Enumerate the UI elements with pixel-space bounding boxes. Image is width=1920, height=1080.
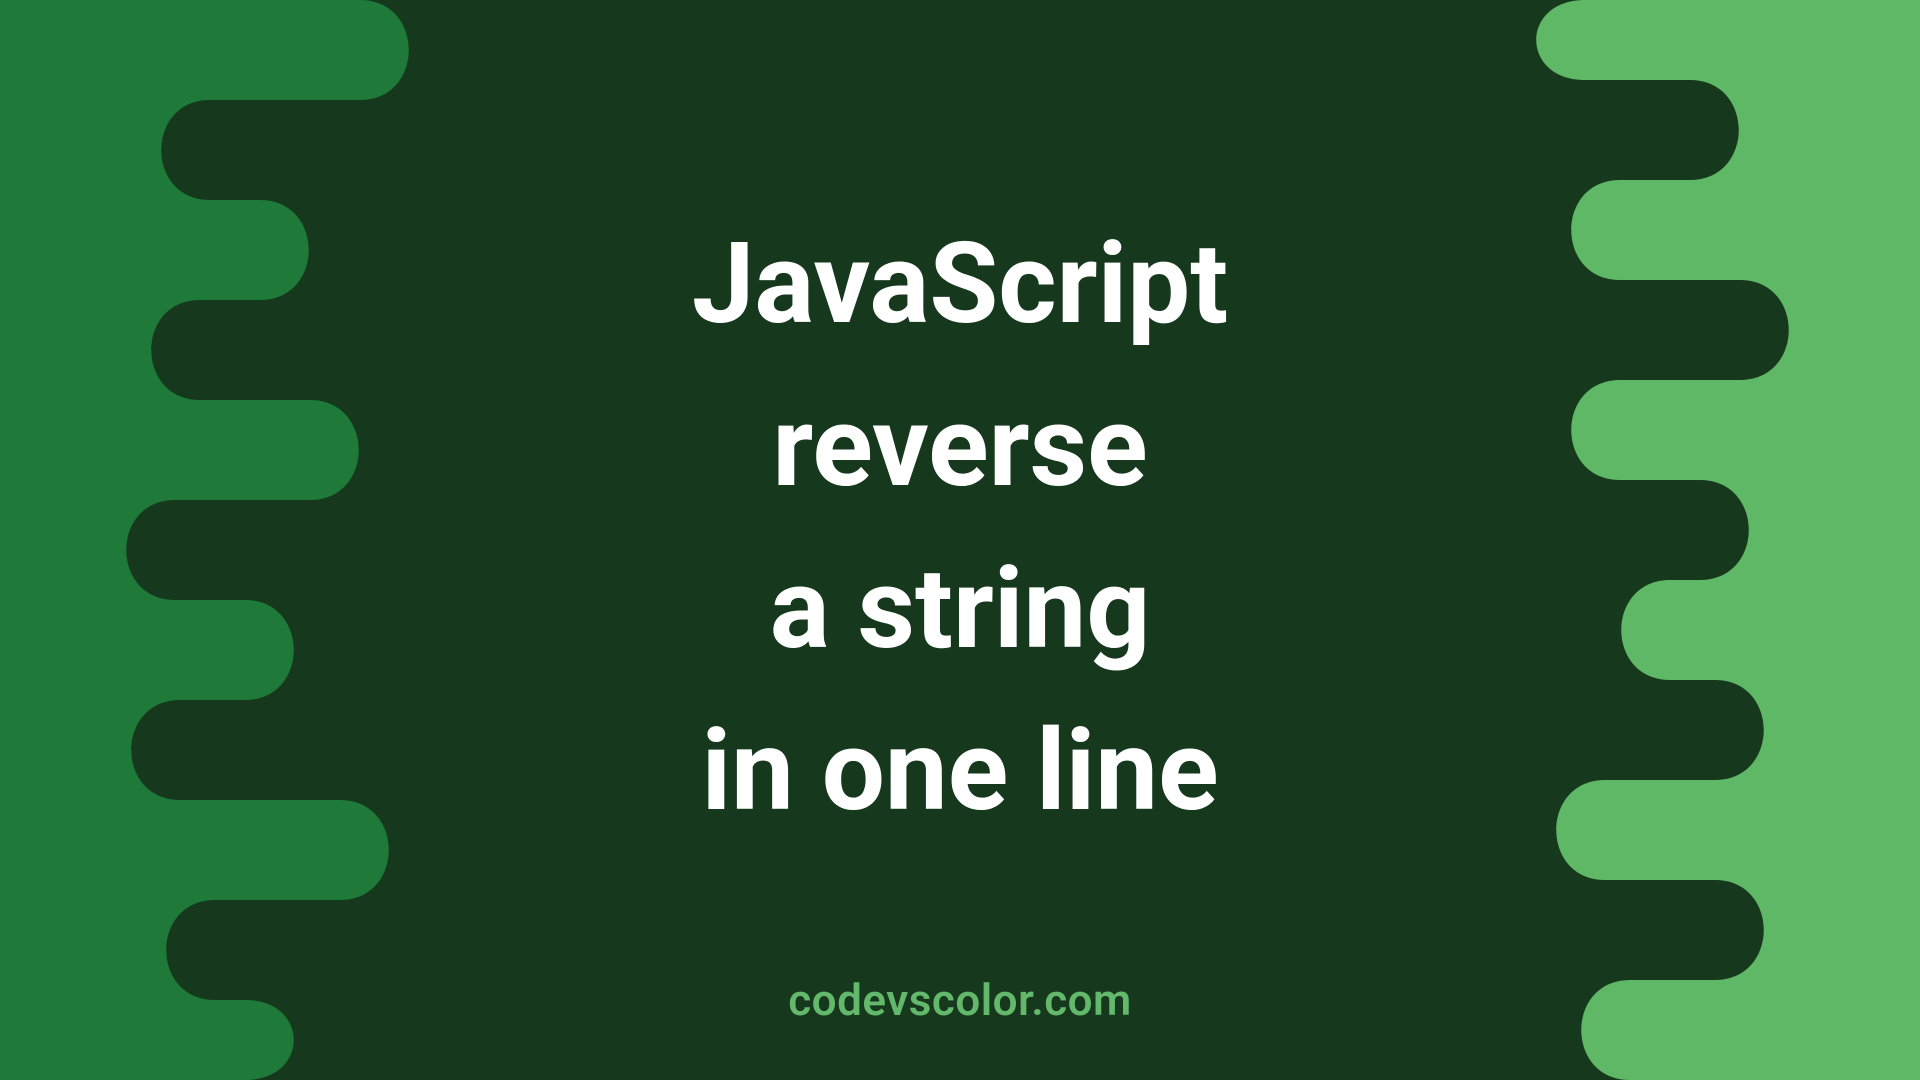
title-line-1: JavaScript xyxy=(692,204,1228,366)
hero-card: JavaScript reverse a string in one line … xyxy=(0,0,1920,1080)
blob-right-decoration xyxy=(1440,0,1920,1080)
credit-label: codevscolor.com xyxy=(788,974,1132,1026)
title-line-2: reverse xyxy=(692,367,1228,529)
title-line-3: a string xyxy=(692,529,1228,691)
title-line-4: in one line xyxy=(692,692,1228,854)
hero-title: JavaScript reverse a string in one line xyxy=(692,204,1228,854)
blob-left-decoration xyxy=(0,0,480,1080)
